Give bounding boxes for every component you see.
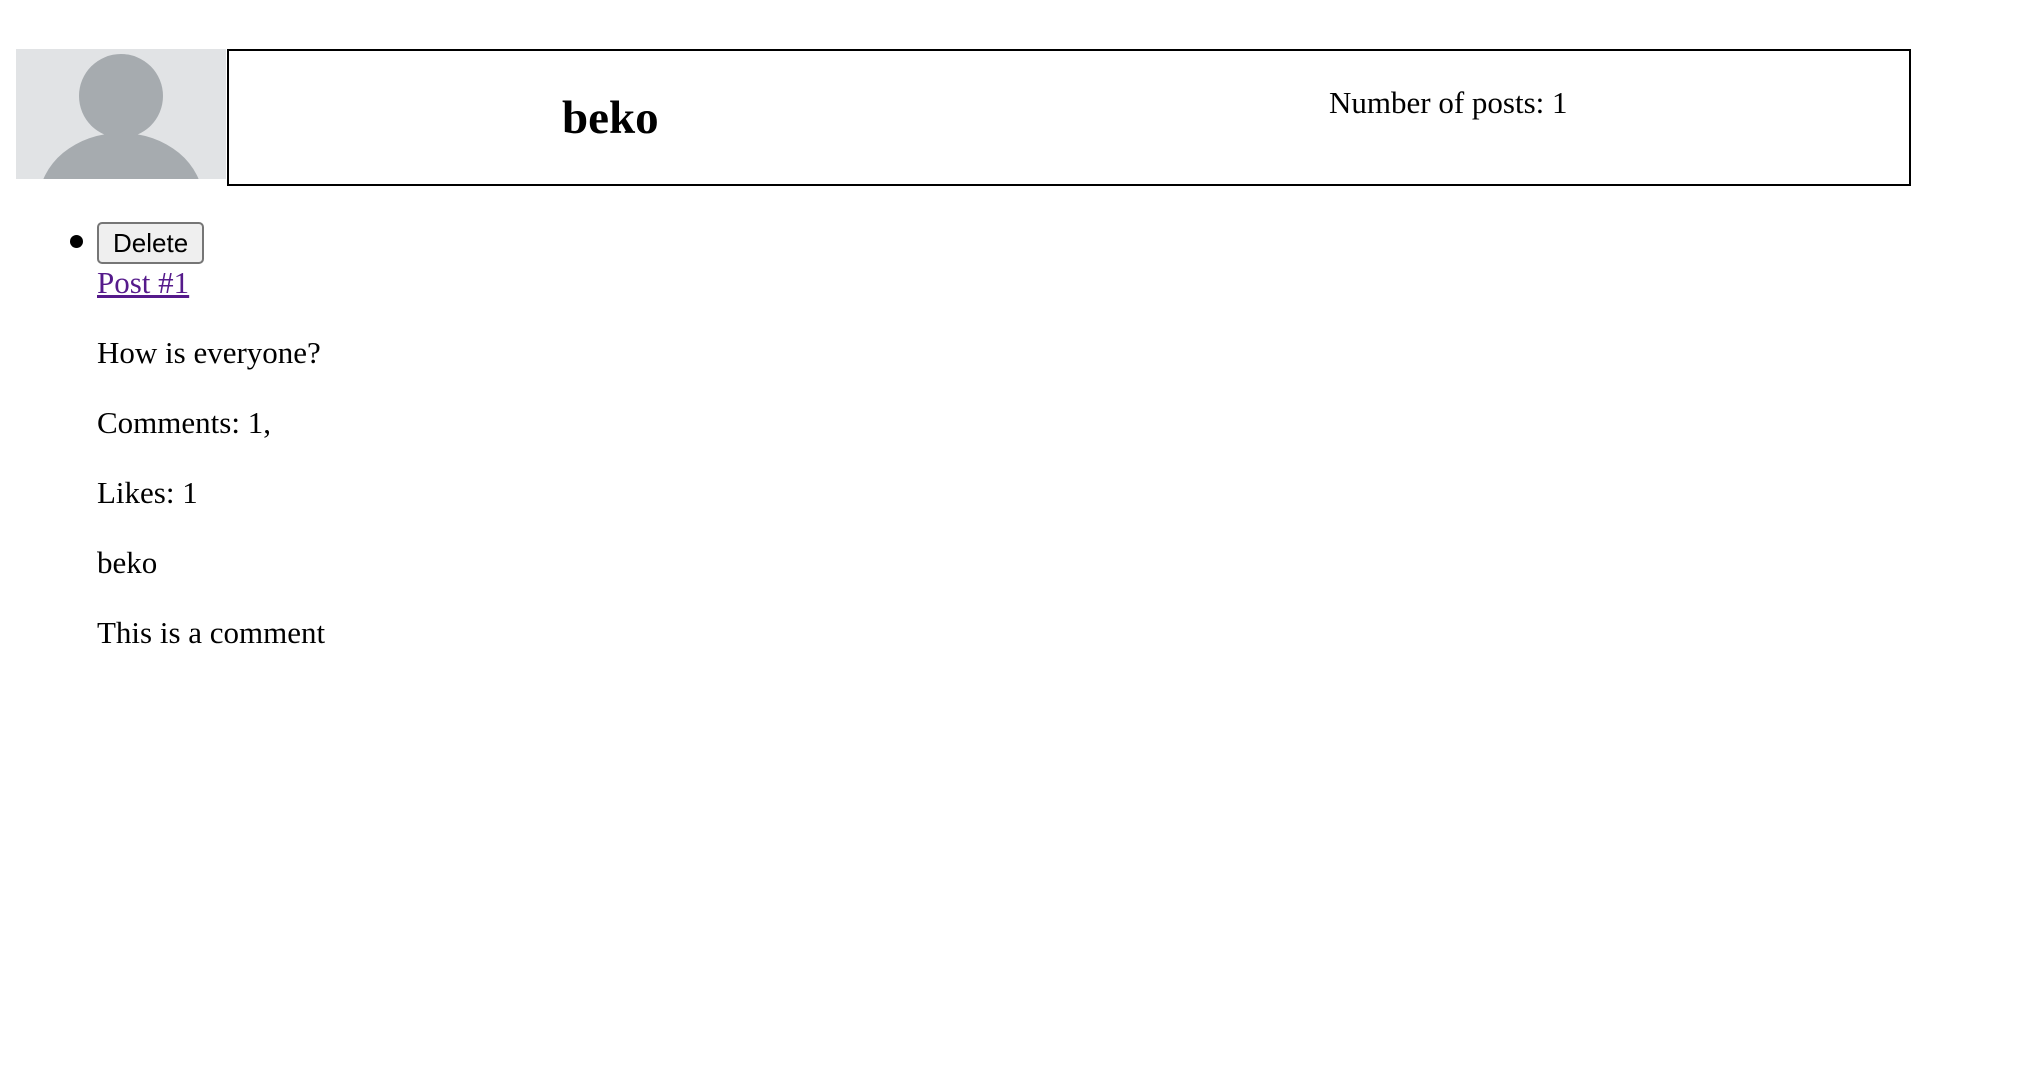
profile-username: beko [562,92,659,144]
post-likes-count: Likes: 1 [97,475,198,510]
comment-author: beko [97,545,158,580]
post-body: How is everyone? [97,335,321,370]
list-bullet [70,235,83,248]
posts-list: Delete Post #1 How is everyone? Comments… [0,222,325,651]
post-title-link[interactable]: Post #1 [97,265,325,301]
post-count: Number of posts: 1 [1329,85,1568,120]
default-user-avatar-icon [43,54,199,179]
post-comments-count: Comments: 1, [97,405,271,440]
profile-header [16,49,226,179]
comment-text: This is a comment [97,615,326,650]
profile-info-box: beko Number of posts: 1 [227,49,1911,186]
user-avatar [16,49,226,179]
post-item: Delete Post #1 How is everyone? Comments… [70,222,326,651]
delete-post-button[interactable]: Delete [97,222,205,264]
